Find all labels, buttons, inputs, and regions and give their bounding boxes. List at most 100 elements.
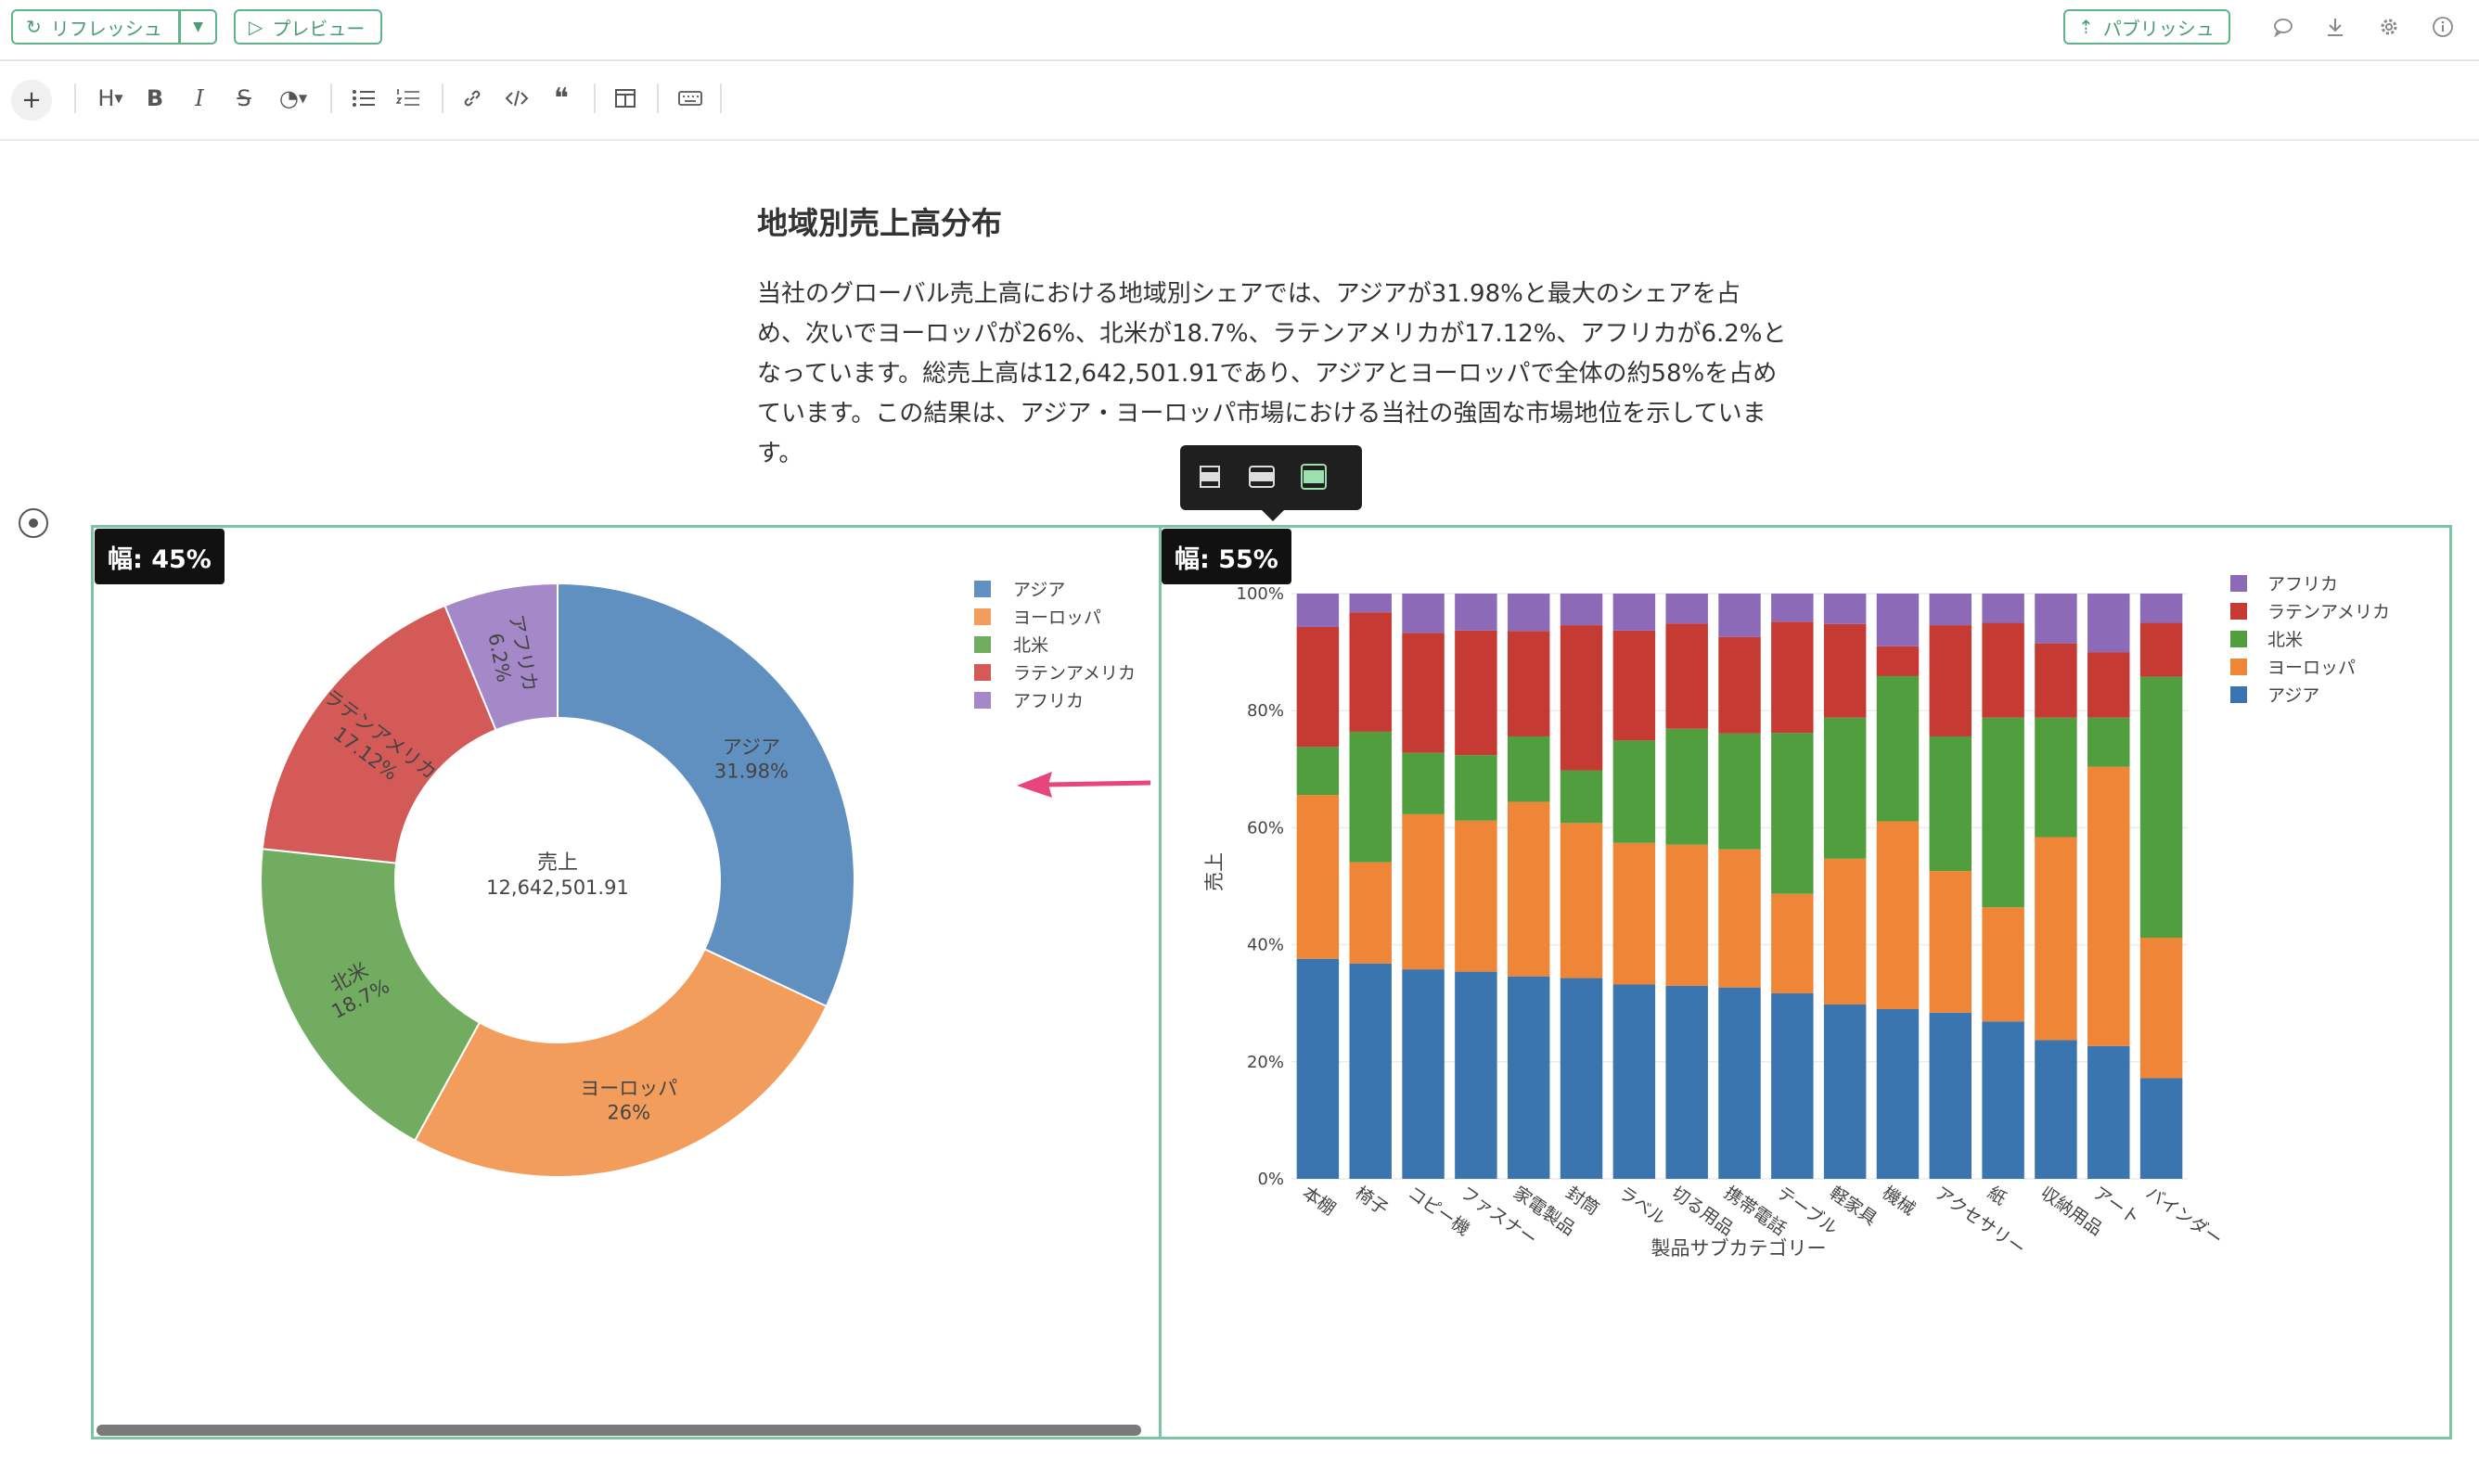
bar-segment [1296,747,1340,796]
y-axis-title: 売上 [1203,852,1226,891]
download-icon[interactable] [2321,13,2349,41]
bar-segment [1507,976,1550,1179]
legend-swatch[interactable] [974,608,991,625]
quote-button[interactable]: ❝ [546,80,577,117]
legend-label[interactable]: アフリカ [2267,574,2338,595]
bar-segment [1823,717,1867,859]
code-icon [505,90,529,107]
x-tick-label: 封筒 [1562,1183,1603,1220]
horizontal-scrollbar[interactable] [96,1425,1141,1436]
legend-swatch[interactable] [974,664,991,681]
y-tick-label: 80% [1247,701,1284,721]
legend-label[interactable]: ヨーロッパ [1013,608,1101,628]
italic-button[interactable]: I [186,80,213,117]
legend-label[interactable]: 北米 [2267,630,2303,650]
bar-segment [2035,594,2077,644]
x-axis-title: 製品サブカテゴリー [1651,1237,1827,1260]
bar-segment [1560,823,1603,979]
legend-swatch[interactable] [2230,686,2247,703]
toolbar-divider [74,83,76,113]
color-button[interactable]: ◔ ▼ [273,80,314,117]
gear-icon[interactable] [2375,13,2403,41]
preview-label: プレビュー [272,17,366,40]
x-tick-label: 椅子 [1351,1183,1392,1220]
legend-label[interactable]: アフリカ [1013,691,1084,711]
caret-down-icon: ▼ [298,92,308,105]
layout-wide-button[interactable] [1245,460,1278,493]
link-button[interactable] [456,80,488,117]
layout-full-button[interactable] [1297,460,1330,493]
play-icon: ▷ [249,16,263,38]
numbered-list-button[interactable] [392,80,425,117]
legend-swatch[interactable] [974,581,991,597]
bullet-list-icon [353,90,375,107]
y-tick-label: 40% [1247,936,1284,955]
x-tick-label: 紙 [1984,1183,2010,1209]
refresh-button[interactable]: ↻ リフレッシュ [11,9,180,45]
bar-segment [1560,978,1603,1179]
top-bar: ↻ リフレッシュ ▼ ▷ プレビュー ⇡ パブリッシュ [0,0,2479,61]
bar-segment [1349,862,1392,964]
bar-segment [1455,630,1497,756]
info-icon[interactable] [2429,13,2457,41]
bar-segment [1929,871,1972,1013]
legend-swatch[interactable] [974,692,991,709]
bar-segment [1296,795,1340,959]
legend-swatch[interactable] [2230,631,2247,647]
legend-swatch[interactable] [974,636,991,653]
refresh-dropdown-button[interactable]: ▼ [180,9,217,45]
bar-segment [1402,594,1445,633]
publish-button[interactable]: ⇡ パブリッシュ [2063,9,2230,45]
bar-segment [2087,766,2130,1046]
comment-icon[interactable] [2269,13,2297,41]
heading-button[interactable]: H ▼ [89,80,132,117]
bold-button[interactable]: B [141,80,169,117]
bar-segment [1612,594,1656,631]
code-button[interactable] [501,80,533,117]
donut-slice-label: アジア [723,736,780,758]
bar-segment [1771,621,1814,734]
legend-label[interactable]: ラテンアメリカ [1013,663,1136,684]
columns-button[interactable] [609,80,642,117]
bar-segment [1771,733,1814,894]
legend-label[interactable]: アジア [2267,685,2319,706]
bar-segment [1560,770,1603,824]
bar-segment [1876,646,1920,676]
palette-icon: ◔ [278,85,299,111]
bar-segment [2035,837,2077,1041]
keyboard-button[interactable] [674,80,707,117]
donut-slice-value: 31.98% [714,760,789,782]
caret-down-icon: ▼ [193,19,203,34]
bar-segment [1823,594,1867,624]
bar-segment [1349,594,1392,613]
legend-label[interactable]: 北米 [1013,635,1048,656]
strike-label: S [237,85,251,111]
toolbar-divider [657,83,659,113]
y-tick-label: 20% [1247,1053,1284,1072]
block-handle-icon[interactable] [19,508,48,538]
bar-segment [1402,752,1445,814]
bar-segment [1455,755,1497,821]
strikethrough-button[interactable]: S [230,80,258,117]
bar-segment [1718,733,1761,850]
bar-segment [1349,612,1392,732]
bar-segment [1560,625,1603,771]
x-tick-label: アクセサリー [1931,1183,2028,1260]
bar-segment [1982,1021,2024,1179]
bar-segment [1507,801,1550,977]
legend-swatch[interactable] [2230,575,2247,592]
donut-slice [413,947,828,1178]
toolbar-divider [442,83,443,113]
layout-narrow-button[interactable] [1193,460,1227,493]
bar-segment [1876,594,1920,646]
legend-label[interactable]: アジア [1013,580,1065,600]
legend-label[interactable]: ヨーロッパ [2267,658,2356,678]
x-tick-label: ラベル [1614,1183,1669,1230]
legend-swatch[interactable] [2230,659,2247,675]
add-block-button[interactable]: + [11,80,52,121]
preview-button[interactable]: ▷ プレビュー [234,9,382,45]
toolbar-divider [330,83,332,113]
legend-label[interactable]: ラテンアメリカ [2267,602,2390,622]
legend-swatch[interactable] [2230,603,2247,620]
bullet-list-button[interactable] [347,80,380,117]
